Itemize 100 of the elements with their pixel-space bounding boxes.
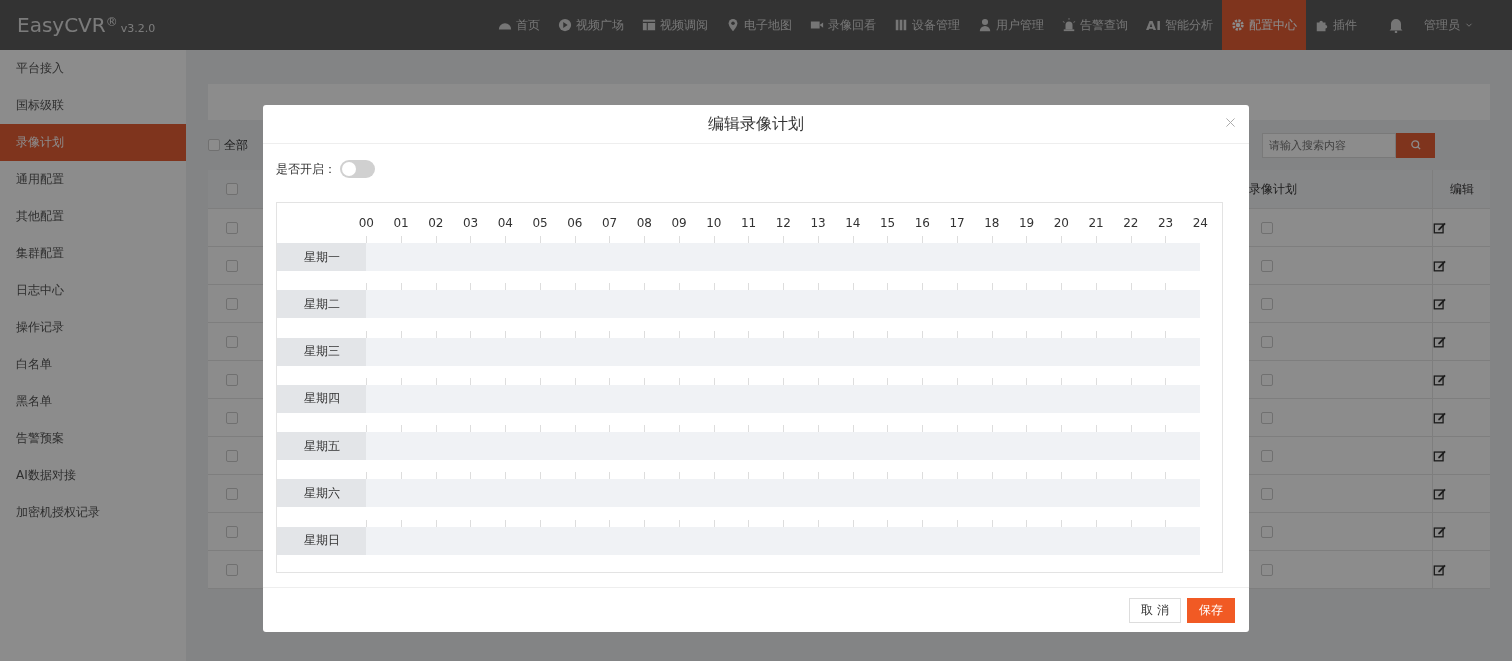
save-button[interactable]: 保存 — [1187, 597, 1235, 623]
puzzle-icon — [1315, 18, 1329, 32]
edit-icon — [1433, 296, 1447, 311]
checkbox[interactable] — [1261, 335, 1273, 348]
day-label: 星期二 — [277, 290, 366, 319]
nav-item[interactable]: 录像回看 — [801, 0, 886, 50]
search-button[interactable] — [1396, 132, 1435, 158]
checkbox[interactable] — [226, 183, 238, 195]
gear-icon — [1231, 18, 1245, 32]
hour-label: 07 — [601, 215, 619, 230]
column-header: 编辑 — [1449, 181, 1474, 196]
hour-label: 00 — [357, 215, 375, 230]
checkbox[interactable] — [1261, 525, 1273, 538]
checkbox[interactable] — [1261, 449, 1273, 462]
checkbox[interactable] — [1261, 259, 1273, 272]
nav-item[interactable]: 告警查询 — [1053, 0, 1138, 50]
hour-label: 08 — [635, 215, 653, 230]
checkbox-label: 全部 — [224, 136, 248, 154]
checkbox[interactable] — [1261, 221, 1273, 234]
search-field[interactable]: 请输入搜索内容 — [1262, 132, 1396, 158]
hour-label: 16 — [913, 215, 931, 230]
cancel-button[interactable]: 取 消 — [1129, 597, 1181, 623]
hour-label: 03 — [462, 215, 480, 230]
hour-label: 20 — [1052, 215, 1070, 230]
nav-item[interactable]: 设备管理 — [885, 0, 970, 50]
checkbox[interactable] — [1261, 487, 1273, 500]
dialog-title: 编辑录像计划 — [708, 113, 804, 135]
checkbox[interactable] — [226, 221, 238, 234]
user-menu[interactable]: 管理员 — [1418, 15, 1480, 35]
checkbox[interactable] — [1261, 373, 1273, 386]
day-label: 星期五 — [277, 432, 366, 461]
checkbox[interactable] — [226, 525, 238, 538]
edit-icon — [1433, 562, 1447, 577]
column-header: 录像计划 — [1249, 181, 1297, 196]
sidebar-item[interactable]: 平台接入 — [0, 50, 186, 87]
day-label: 星期日 — [277, 526, 366, 555]
sidebar-item[interactable]: 录像计划 — [0, 124, 186, 161]
checkbox[interactable] — [226, 335, 238, 348]
hour-label: 12 — [774, 215, 792, 230]
day-label: 星期三 — [277, 337, 366, 366]
bars-icon — [894, 18, 909, 32]
sidebar-item[interactable]: 日志中心 — [0, 272, 186, 309]
bell-icon — [1388, 17, 1404, 33]
nav-item[interactable]: 首页 — [489, 0, 550, 50]
field-label: 是否开启： — [276, 160, 336, 178]
sidebar-item[interactable]: 操作记录 — [0, 309, 186, 346]
sidebar-item[interactable]: 通用配置 — [0, 161, 186, 198]
checkbox[interactable] — [226, 487, 238, 500]
search-icon — [1409, 139, 1422, 151]
checkbox[interactable] — [226, 297, 238, 310]
nav-item[interactable]: 视频广场 — [549, 0, 634, 50]
sidebar-item[interactable]: 白名单 — [0, 346, 186, 383]
nav-item[interactable]: 配置中心 — [1222, 0, 1306, 50]
sidebar-item[interactable]: 黑名单 — [0, 383, 186, 420]
hour-label: 18 — [983, 215, 1001, 230]
hour-label: 10 — [705, 215, 723, 230]
hour-label: 01 — [392, 215, 410, 230]
sidebar-item[interactable]: 告警预案 — [0, 420, 186, 457]
hour-label: 02 — [427, 215, 445, 230]
sidebar-item[interactable]: AI数据对接 — [0, 457, 186, 494]
nav-item[interactable]: 视频调阅 — [633, 0, 718, 50]
close-button[interactable] — [1224, 116, 1237, 129]
hour-label: 09 — [670, 215, 688, 230]
app-logo: EasyCVR® v3.2.0 — [16, 13, 156, 37]
checkbox[interactable] — [226, 411, 238, 424]
edit-icon — [1433, 258, 1447, 273]
sidebar-item[interactable]: 加密机授权记录 — [0, 494, 186, 531]
sidebar-item[interactable]: 集群配置 — [0, 235, 186, 272]
hour-label: 19 — [1018, 215, 1036, 230]
nav-item[interactable]: 插件 — [1306, 0, 1366, 50]
day-label: 星期四 — [277, 384, 366, 413]
checkbox[interactable] — [1261, 563, 1273, 576]
toggle-switch[interactable] — [340, 160, 375, 178]
day-label: 星期一 — [277, 243, 366, 271]
checkbox[interactable] — [226, 449, 238, 462]
hour-label: 14 — [844, 215, 862, 230]
play-icon — [558, 18, 573, 32]
nav-item[interactable]: 电子地图 — [717, 0, 802, 50]
checkbox[interactable] — [1261, 411, 1273, 424]
checkbox[interactable] — [226, 259, 238, 272]
edit-icon — [1433, 486, 1447, 501]
edit-icon — [1433, 372, 1447, 387]
day-label: 星期六 — [277, 479, 366, 508]
hour-label: 06 — [566, 215, 584, 230]
sidebar-item[interactable]: 国标级联 — [0, 87, 186, 124]
checkbox[interactable] — [1261, 297, 1273, 310]
alarm-light-icon — [1062, 18, 1077, 32]
close-icon — [1224, 116, 1237, 129]
table-icon — [642, 18, 657, 32]
user-icon — [978, 18, 993, 32]
hour-label: 05 — [531, 215, 549, 230]
nav-item[interactable]: 用户管理 — [969, 0, 1054, 50]
hour-label: 22 — [1122, 215, 1140, 230]
sidebar-item[interactable]: 其他配置 — [0, 198, 186, 235]
checkbox[interactable] — [208, 139, 220, 151]
checkbox[interactable] — [226, 563, 238, 576]
hour-label: 15 — [879, 215, 897, 230]
hour-label: 17 — [948, 215, 966, 230]
nav-item[interactable]: AI 智能分析 — [1137, 0, 1222, 50]
checkbox[interactable] — [226, 373, 238, 386]
